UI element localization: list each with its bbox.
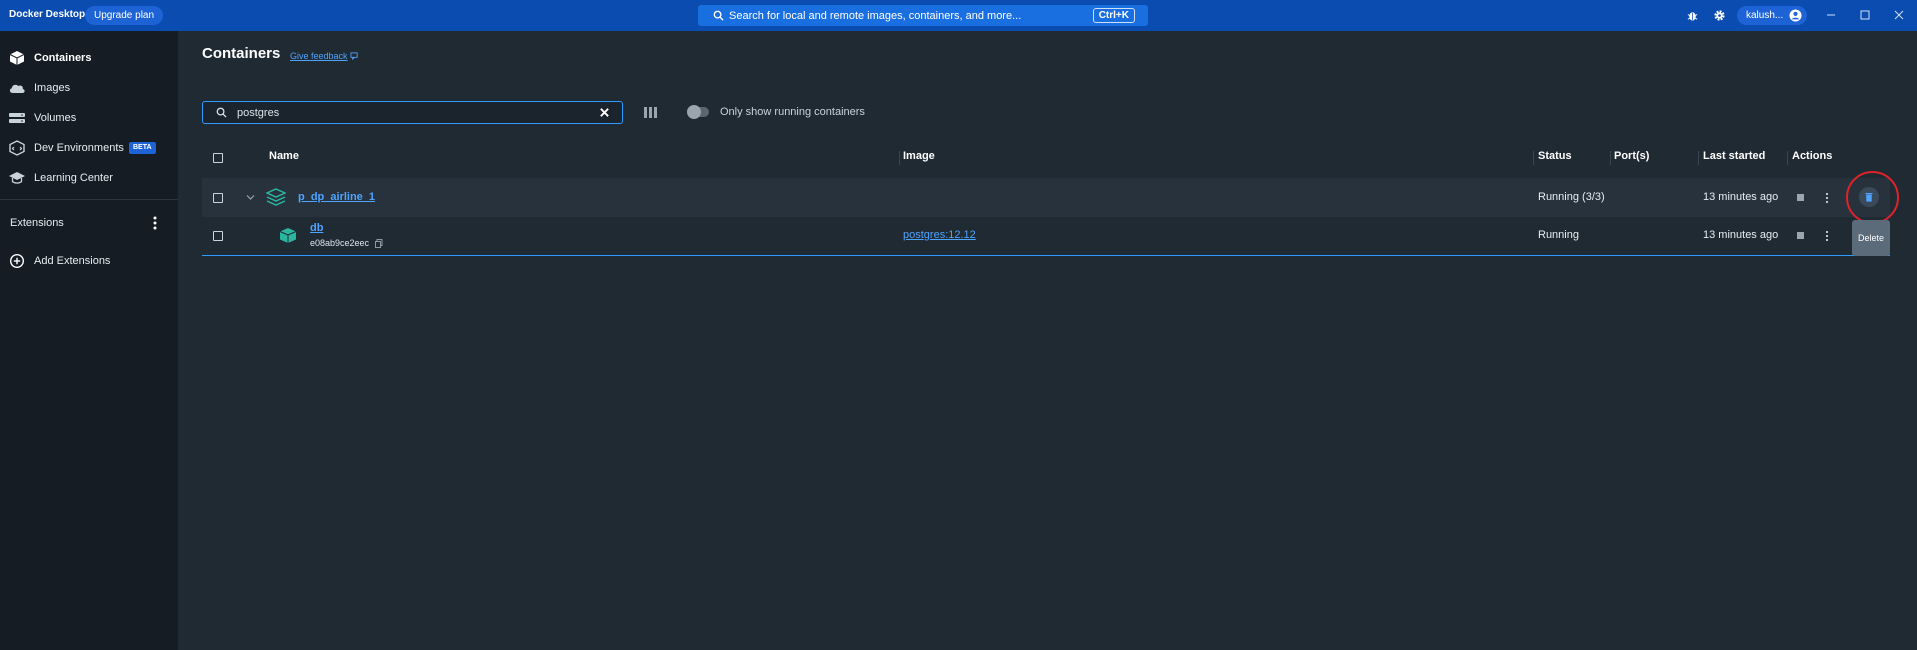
- table-row[interactable]: p_dp_airline_1 Running (3/3) 13 minutes …: [202, 178, 1890, 217]
- chevron-down-icon[interactable]: [246, 194, 255, 201]
- toggle-knob: [687, 105, 701, 119]
- container-name-link[interactable]: p_dp_airline_1: [298, 191, 375, 203]
- image-link[interactable]: postgres:12.12: [903, 229, 976, 241]
- sidebar-item-label: Learning Center: [34, 172, 113, 184]
- row-checkbox[interactable]: [213, 231, 223, 241]
- column-divider: [1698, 151, 1699, 165]
- sidebar-item-dev-environments[interactable]: Dev Environments BETA: [0, 135, 178, 161]
- sidebar-item-images[interactable]: Images: [0, 75, 178, 101]
- close-window-button[interactable]: [1891, 7, 1907, 23]
- add-circle-icon: [9, 253, 25, 269]
- table-row[interactable]: db e08ab9ce2eec postgres:12.12 Running 1…: [202, 217, 1890, 256]
- last-started-value: 13 minutes ago: [1703, 229, 1779, 241]
- search-icon: [713, 10, 724, 21]
- containers-icon: [9, 51, 25, 65]
- clear-search-icon[interactable]: [599, 107, 610, 118]
- page-title: Containers: [202, 45, 281, 62]
- cloud-icon: [9, 84, 25, 93]
- maximize-button[interactable]: [1857, 7, 1873, 23]
- sidebar-item-label: Volumes: [34, 112, 77, 124]
- user-name: kalush...: [1746, 10, 1784, 21]
- column-header-ports[interactable]: Port(s): [1614, 150, 1649, 162]
- user-account-button[interactable]: kalush...: [1737, 6, 1808, 25]
- container-status: Running (3/3): [1538, 191, 1605, 203]
- column-header-actions: Actions: [1792, 150, 1833, 162]
- container-name-link[interactable]: db: [310, 222, 323, 234]
- more-actions-icon[interactable]: [1825, 192, 1829, 204]
- sidebar-item-volumes[interactable]: Volumes: [0, 105, 178, 131]
- container-icon: [279, 228, 297, 243]
- bug-icon[interactable]: [1686, 9, 1699, 22]
- column-divider: [1787, 151, 1788, 165]
- sidebar-item-label: Images: [34, 82, 71, 94]
- table-header: Name Image Status Port(s) Last started A…: [202, 140, 1890, 178]
- sidebar-item-label: Containers: [34, 52, 92, 64]
- sidebar: Containers Images Volumes Dev Environmen…: [0, 31, 178, 650]
- container-status: Running: [1538, 229, 1579, 241]
- volumes-icon: [9, 113, 25, 123]
- column-divider: [1610, 151, 1611, 165]
- stop-icon[interactable]: [1797, 232, 1804, 239]
- column-header-status[interactable]: Status: [1538, 150, 1572, 162]
- upgrade-plan-button[interactable]: Upgrade plan: [85, 6, 164, 25]
- copy-icon[interactable]: [375, 239, 383, 248]
- container-search-input[interactable]: [237, 105, 587, 121]
- extensions-menu-icon[interactable]: [148, 215, 162, 231]
- column-divider: [899, 151, 900, 165]
- sidebar-item-label: Dev Environments: [34, 142, 124, 154]
- column-header-name[interactable]: Name: [269, 150, 299, 162]
- gear-icon[interactable]: [1713, 9, 1726, 22]
- add-extensions-label: Add Extensions: [34, 255, 111, 267]
- column-divider: [1533, 151, 1534, 165]
- last-started-value: 13 minutes ago: [1703, 191, 1779, 203]
- minimize-button[interactable]: [1823, 7, 1839, 23]
- search-icon: [216, 107, 227, 118]
- chat-bubble-icon: [350, 52, 358, 60]
- column-header-last-started[interactable]: Last started: [1703, 150, 1765, 162]
- columns-icon[interactable]: [644, 107, 657, 118]
- sidebar-item-containers[interactable]: Containers: [0, 45, 178, 71]
- sidebar-item-learning-center[interactable]: Learning Center: [0, 165, 178, 191]
- dev-environments-icon: [9, 140, 25, 156]
- delete-tooltip: Delete: [1852, 220, 1890, 256]
- select-all-checkbox[interactable]: [213, 153, 223, 163]
- extensions-heading: Extensions: [10, 217, 64, 229]
- global-search-bar[interactable]: Search for local and remote images, cont…: [698, 5, 1148, 26]
- running-only-label: Only show running containers: [720, 106, 865, 118]
- sidebar-divider: [0, 199, 178, 200]
- row-checkbox[interactable]: [213, 193, 223, 203]
- global-search-placeholder: Search for local and remote images, cont…: [729, 10, 1022, 22]
- trash-icon: [1865, 193, 1873, 202]
- delete-button[interactable]: [1859, 187, 1879, 207]
- more-actions-icon[interactable]: [1825, 230, 1829, 242]
- column-header-image[interactable]: Image: [903, 150, 935, 162]
- user-avatar-icon: [1789, 9, 1802, 22]
- learning-center-icon: [9, 172, 25, 184]
- compose-stack-icon: [266, 188, 286, 206]
- running-only-toggle[interactable]: [687, 105, 709, 119]
- title-bar: Docker Desktop Upgrade plan Search for l…: [0, 0, 1917, 31]
- search-shortcut-badge: Ctrl+K: [1092, 8, 1135, 23]
- beta-badge: BETA: [129, 142, 156, 154]
- give-feedback-link[interactable]: Give feedback: [290, 51, 359, 61]
- container-id: e08ab9ce2eec: [310, 238, 370, 248]
- container-search-box[interactable]: [202, 101, 623, 124]
- add-extensions-button[interactable]: Add Extensions: [0, 248, 178, 274]
- app-name: Docker Desktop: [9, 9, 86, 20]
- stop-icon[interactable]: [1797, 194, 1804, 201]
- give-feedback-label: Give feedback: [290, 51, 348, 61]
